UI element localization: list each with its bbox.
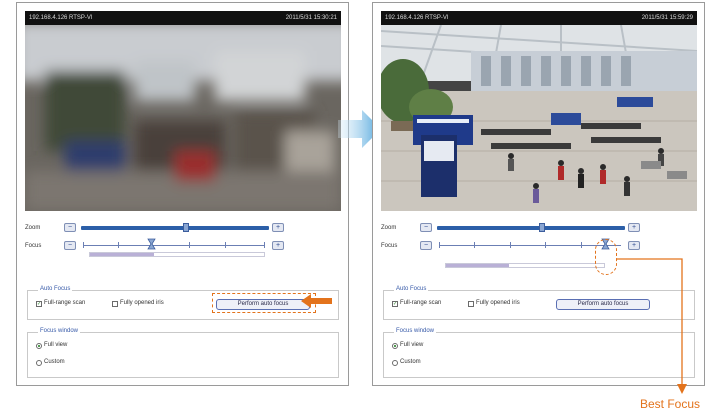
auto-focus-title: Auto Focus bbox=[38, 286, 73, 292]
focus-tick bbox=[83, 242, 84, 248]
camera-ip: 192.168.4.126 RTSP-VI bbox=[385, 15, 449, 21]
full-range-scan-checkbox[interactable]: ✓ bbox=[36, 301, 42, 307]
focus-tick bbox=[581, 242, 582, 248]
zoom-track[interactable] bbox=[437, 226, 625, 230]
fully-opened-iris-label: Fully opened iris bbox=[476, 300, 520, 306]
focus-tick bbox=[225, 242, 226, 248]
focus-window-group: Focus window Full view Custom bbox=[27, 328, 339, 378]
fully-opened-iris-checkbox[interactable] bbox=[468, 301, 474, 307]
camera-panel-before: 192.168.4.126 RTSP-VI 2011/5/31 15:30:21… bbox=[16, 2, 349, 386]
focus-far-button[interactable]: + bbox=[628, 241, 640, 250]
focus-tick bbox=[264, 242, 265, 248]
focus-tick bbox=[474, 242, 475, 248]
focus-label: Focus bbox=[381, 243, 398, 249]
full-view-radio[interactable] bbox=[36, 343, 42, 349]
focus-progress-fill bbox=[446, 264, 510, 267]
zoom-in-button[interactable]: + bbox=[272, 223, 284, 232]
focus-track[interactable] bbox=[83, 245, 265, 246]
focus-near-button[interactable]: − bbox=[420, 241, 432, 250]
focus-slider-thumb[interactable] bbox=[147, 238, 156, 250]
focus-label: Focus bbox=[25, 243, 42, 249]
camera-timestamp: 2011/5/31 15:30:21 bbox=[285, 15, 337, 21]
full-range-scan-checkbox[interactable]: ✓ bbox=[392, 301, 398, 307]
zoom-track[interactable] bbox=[81, 226, 269, 230]
focus-progress-bar bbox=[89, 252, 265, 257]
focus-tick bbox=[439, 242, 440, 248]
focus-far-button[interactable]: + bbox=[272, 241, 284, 250]
best-focus-label: Best Focus bbox=[640, 397, 701, 411]
airport-scene bbox=[381, 11, 697, 211]
focus-track[interactable] bbox=[439, 245, 621, 246]
fully-opened-iris-checkbox[interactable] bbox=[112, 301, 118, 307]
camera-ip: 192.168.4.126 RTSP-VI bbox=[29, 15, 93, 21]
custom-label: Custom bbox=[400, 359, 421, 365]
focus-tick bbox=[545, 242, 546, 248]
fully-opened-iris-label: Fully opened iris bbox=[120, 300, 164, 306]
custom-radio[interactable] bbox=[36, 360, 42, 366]
full-view-radio[interactable] bbox=[392, 343, 398, 349]
focus-window-title: Focus window bbox=[394, 328, 437, 334]
zoom-out-button[interactable]: − bbox=[64, 223, 76, 232]
focus-tick bbox=[510, 242, 511, 248]
zoom-out-button[interactable]: − bbox=[420, 223, 432, 232]
video-preview-blurred: 192.168.4.126 RTSP-VI 2011/5/31 15:30:21 bbox=[25, 11, 341, 211]
auto-focus-title: Auto Focus bbox=[394, 286, 429, 292]
full-view-label: Full view bbox=[44, 342, 68, 348]
focus-near-button[interactable]: − bbox=[64, 241, 76, 250]
video-overlay-bar: 192.168.4.126 RTSP-VI 2011/5/31 15:59:29 bbox=[381, 11, 697, 25]
full-range-scan-label: Full-range scan bbox=[400, 300, 442, 306]
custom-label: Custom bbox=[44, 359, 65, 365]
orange-pointer-arrow bbox=[301, 294, 332, 308]
focus-tick bbox=[118, 242, 119, 248]
zoom-label: Zoom bbox=[25, 225, 41, 231]
zoom-in-button[interactable]: + bbox=[628, 223, 640, 232]
camera-timestamp: 2011/5/31 15:59:29 bbox=[641, 15, 693, 21]
zoom-slider-thumb[interactable] bbox=[183, 223, 189, 232]
full-view-label: Full view bbox=[400, 342, 424, 348]
custom-radio[interactable] bbox=[392, 360, 398, 366]
zoom-label: Zoom bbox=[381, 225, 397, 231]
focus-tick bbox=[189, 242, 190, 248]
zoom-slider-thumb[interactable] bbox=[539, 223, 545, 232]
video-preview-sharp: 192.168.4.126 RTSP-VI 2011/5/31 15:59:29 bbox=[381, 11, 697, 211]
best-focus-callout-line bbox=[616, 258, 687, 394]
focus-progress-bar bbox=[445, 263, 605, 268]
focus-progress-fill bbox=[90, 253, 155, 256]
blurred-scene bbox=[25, 11, 341, 211]
focus-window-title: Focus window bbox=[38, 328, 81, 334]
video-overlay-bar: 192.168.4.126 RTSP-VI 2011/5/31 15:30:21 bbox=[25, 11, 341, 25]
full-range-scan-label: Full-range scan bbox=[44, 300, 86, 306]
